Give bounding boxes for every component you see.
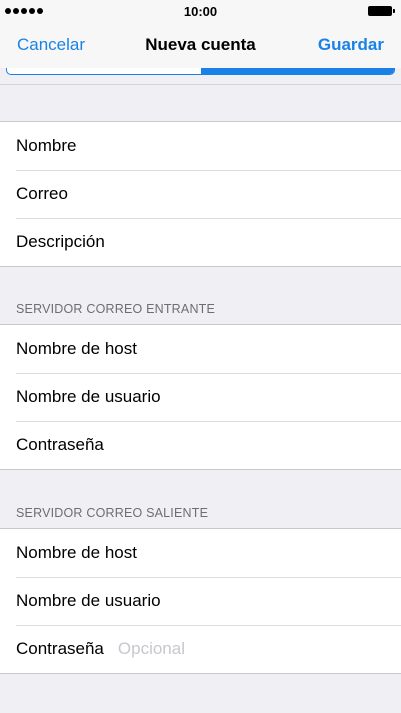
description-field[interactable]: Descripción	[0, 218, 401, 266]
name-field[interactable]: Nombre	[0, 122, 401, 170]
field-label: Descripción	[16, 232, 105, 251]
battery-icon	[368, 6, 395, 16]
incoming-username-field[interactable]: Nombre de usuario	[0, 373, 401, 421]
incoming-password-field[interactable]: Contraseña	[0, 421, 401, 469]
segmented-control	[6, 68, 395, 75]
field-label: Nombre de host	[16, 543, 137, 562]
field-label: Nombre de usuario	[16, 387, 161, 406]
field-label: Contraseña	[16, 435, 104, 454]
outgoing-password-input[interactable]	[117, 639, 338, 659]
divider	[0, 84, 401, 85]
field-label: Nombre de host	[16, 339, 137, 358]
field-label: Nombre de usuario	[16, 591, 161, 610]
incoming-server-group: Nombre de host Nombre de usuario Contras…	[0, 324, 401, 470]
status-bar: 10:00	[0, 0, 401, 22]
field-label: Contraseña	[16, 639, 104, 658]
field-label: Nombre	[16, 136, 77, 155]
segmented-control-selected[interactable]	[201, 68, 394, 74]
save-button[interactable]: Guardar	[318, 35, 384, 55]
status-time: 10:00	[183, 4, 218, 19]
incoming-host-field[interactable]: Nombre de host	[0, 325, 401, 373]
outgoing-password-field[interactable]: Contraseña	[0, 625, 401, 673]
outgoing-host-field[interactable]: Nombre de host	[0, 529, 401, 577]
account-info-group: Nombre Correo Descripción	[0, 121, 401, 267]
outgoing-server-group: Nombre de host Nombre de usuario Contras…	[0, 528, 401, 674]
field-label: Correo	[16, 184, 68, 203]
outgoing-username-field[interactable]: Nombre de usuario	[0, 577, 401, 625]
navigation-bar: Cancelar Nueva cuenta Guardar	[0, 22, 401, 68]
incoming-server-header: SERVIDOR CORREO ENTRANTE	[16, 302, 216, 316]
outgoing-server-header: SERVIDOR CORREO SALIENTE	[16, 506, 209, 520]
email-field[interactable]: Correo	[0, 170, 401, 218]
